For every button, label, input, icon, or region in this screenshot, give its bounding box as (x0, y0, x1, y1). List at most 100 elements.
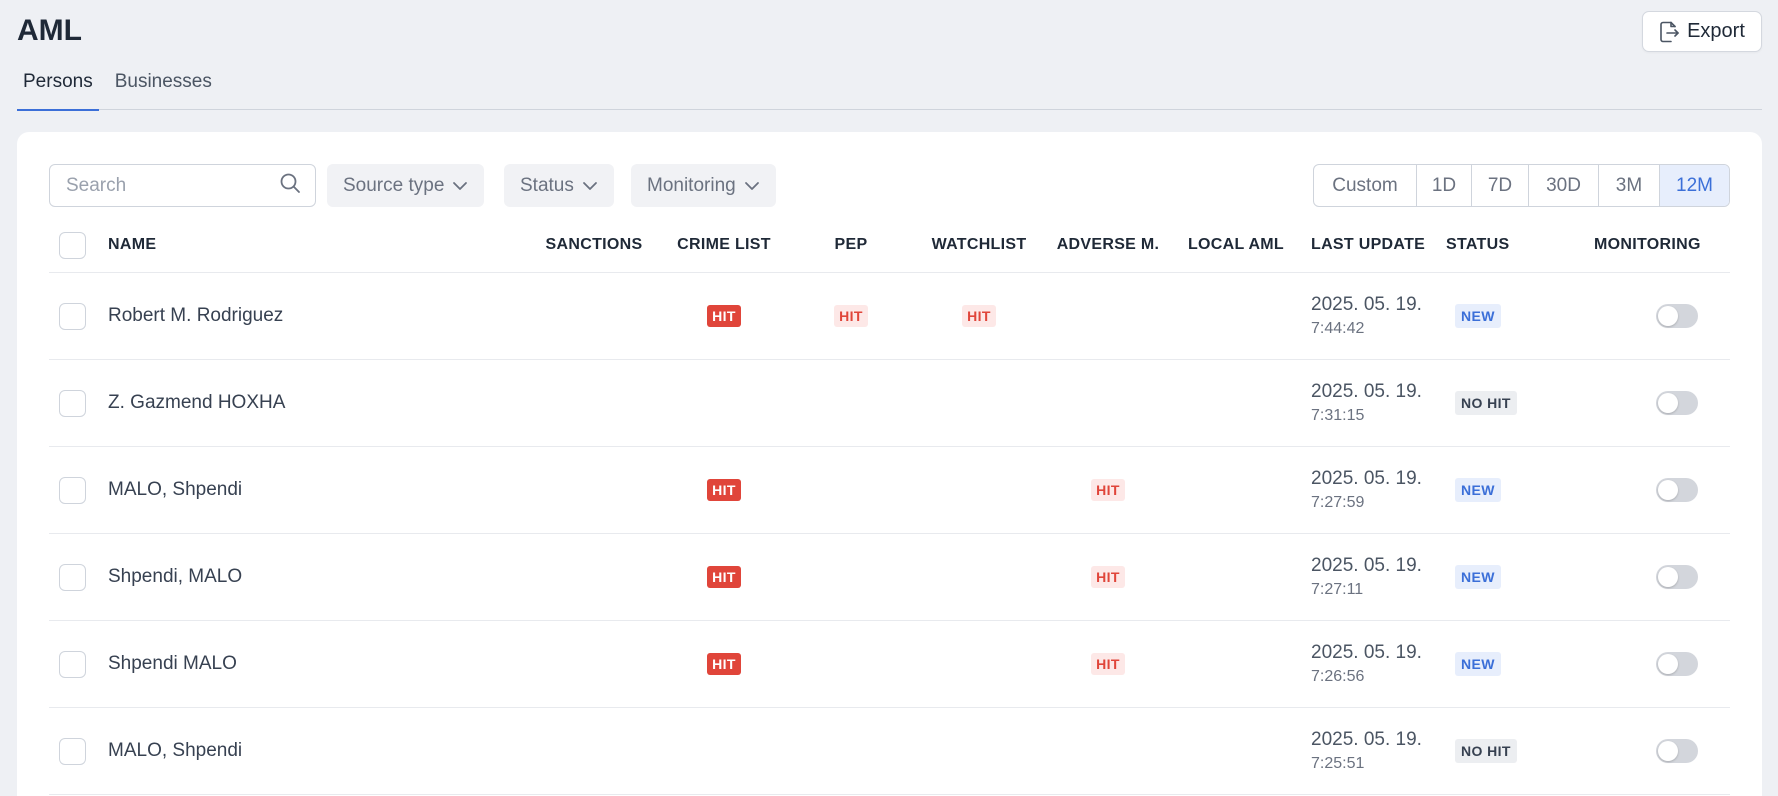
hit-badge: HIT (1091, 479, 1125, 501)
update-date: 2025. 05. 19. (1311, 468, 1422, 489)
row-checkbox[interactable] (59, 389, 86, 417)
hit-badge: HIT (1091, 566, 1125, 588)
row-checkbox[interactable] (59, 650, 86, 678)
monitoring-toggle[interactable] (1656, 565, 1698, 589)
export-label: Export (1687, 20, 1745, 42)
last-update: 2025. 05. 19. 7:27:59 (1311, 447, 1422, 533)
toggle-knob (1658, 393, 1678, 413)
person-name[interactable]: MALO, Shpendi (108, 447, 242, 533)
update-date: 2025. 05. 19. (1311, 381, 1422, 402)
filter-source-type[interactable]: Source type (327, 164, 485, 207)
update-time: 7:26:56 (1311, 668, 1365, 685)
filter-label: Source type (343, 174, 445, 196)
filter-label: Monitoring (647, 174, 736, 196)
search-input[interactable] (66, 174, 279, 197)
col-crime-list[interactable]: CRIME LIST (659, 218, 789, 272)
row-checkbox[interactable] (59, 737, 86, 765)
table-row[interactable]: Z. Gazmend HOXHA 2025. 05. 19. 7:31:15 NO H… (49, 360, 1730, 447)
date-range-selector: Custom 1D 7D 30D 3M 12M (1313, 164, 1730, 207)
chevron-down-icon (744, 175, 760, 197)
last-update: 2025. 05. 19. 7:44:42 (1311, 273, 1422, 359)
hit-badge: HIT (707, 305, 741, 327)
chevron-down-icon (582, 175, 598, 197)
toggle-knob (1658, 480, 1678, 500)
col-adverse[interactable]: ADVERSE M. (1043, 218, 1173, 272)
table-row[interactable]: Shpendi MALO HIT HIT 2025. 05. 19. 7:26:56 NE… (49, 621, 1730, 708)
range-1d[interactable]: 1D (1417, 165, 1472, 206)
update-time: 7:25:51 (1311, 755, 1365, 772)
select-all-checkbox[interactable] (59, 231, 86, 259)
toggle-knob (1658, 306, 1678, 326)
last-update: 2025. 05. 19. 7:31:15 (1311, 360, 1422, 446)
col-status[interactable]: STATUS (1446, 218, 1509, 272)
table-row[interactable]: MALO, Shpendi HIT HIT 2025. 05. 19. 7:27:59 N… (49, 447, 1730, 534)
range-3m[interactable]: 3M (1599, 165, 1660, 206)
monitoring-toggle[interactable] (1656, 739, 1698, 763)
page-title: AML (17, 14, 82, 47)
row-checkbox[interactable] (59, 476, 86, 504)
col-local-aml[interactable]: LOCAL AML (1171, 218, 1301, 272)
col-monitoring[interactable]: MONITORING (1594, 218, 1701, 272)
toggle-knob (1658, 654, 1678, 674)
col-last-update[interactable]: LAST UPDATE (1311, 218, 1425, 272)
update-time: 7:27:59 (1311, 494, 1365, 511)
status-badge: NEW (1455, 304, 1501, 328)
table-header: NAME SANCTIONS CRIME LIST PEP WATCHLIST … (49, 218, 1730, 273)
table-row[interactable]: Shpendi, MALO HIT HIT 2025. 05. 19. 7:27:11 N… (49, 534, 1730, 621)
results-card: Source type Status Monitoring Custom 1D … (17, 132, 1762, 796)
update-date: 2025. 05. 19. (1311, 294, 1422, 315)
table-row[interactable]: MALO, Shpendi 2025. 05. 19. 7:25:51 NO HIT (49, 708, 1730, 795)
update-time: 7:27:11 (1311, 581, 1364, 598)
update-time: 7:31:15 (1311, 407, 1365, 424)
monitoring-toggle[interactable] (1656, 304, 1698, 328)
export-button[interactable]: Export (1642, 11, 1762, 52)
monitoring-toggle[interactable] (1656, 478, 1698, 502)
col-pep[interactable]: PEP (788, 218, 914, 272)
monitoring-toggle[interactable] (1656, 391, 1698, 415)
status-badge: NEW (1455, 565, 1501, 589)
toggle-knob (1658, 567, 1678, 587)
person-name[interactable]: Z. Gazmend HOXHA (108, 360, 285, 446)
status-badge: NEW (1455, 478, 1501, 502)
update-time: 7:44:42 (1311, 320, 1365, 337)
person-name[interactable]: Robert M. Rodriguez (108, 273, 283, 359)
col-watchlist[interactable]: WATCHLIST (914, 218, 1044, 272)
hit-badge: HIT (1091, 653, 1125, 675)
export-icon (1659, 21, 1679, 43)
last-update: 2025. 05. 19. 7:25:51 (1311, 708, 1422, 794)
filter-label: Status (520, 174, 574, 196)
range-30d[interactable]: 30D (1529, 165, 1599, 206)
tab-bar: Persons Businesses (17, 63, 1762, 111)
row-checkbox[interactable] (59, 563, 86, 591)
range-custom[interactable]: Custom (1314, 165, 1417, 206)
row-checkbox[interactable] (59, 302, 86, 330)
chevron-down-icon (452, 175, 468, 197)
search-icon[interactable] (279, 172, 301, 199)
hit-badge: HIT (707, 566, 741, 588)
update-date: 2025. 05. 19. (1311, 642, 1422, 663)
monitoring-toggle[interactable] (1656, 652, 1698, 676)
last-update: 2025. 05. 19. 7:26:56 (1311, 621, 1422, 707)
tab-persons[interactable]: Persons (17, 63, 99, 111)
filter-status[interactable]: Status (504, 164, 614, 207)
status-badge: NEW (1455, 652, 1501, 676)
hit-badge: HIT (834, 305, 868, 327)
col-name[interactable]: NAME (108, 218, 156, 272)
col-sanctions[interactable]: SANCTIONS (529, 218, 659, 272)
range-12m[interactable]: 12M (1660, 165, 1729, 206)
results-table: NAME SANCTIONS CRIME LIST PEP WATCHLIST … (49, 218, 1730, 795)
update-date: 2025. 05. 19. (1311, 729, 1422, 750)
toggle-knob (1658, 741, 1678, 761)
search-box (49, 164, 316, 207)
hit-badge: HIT (962, 305, 996, 327)
table-row[interactable]: Robert M. Rodriguez HIT HIT HIT 2025. 05. 19… (49, 273, 1730, 360)
range-7d[interactable]: 7D (1472, 165, 1529, 206)
person-name[interactable]: MALO, Shpendi (108, 708, 242, 794)
person-name[interactable]: Shpendi MALO (108, 621, 237, 707)
hit-badge: HIT (707, 479, 741, 501)
person-name[interactable]: Shpendi, MALO (108, 534, 242, 620)
tab-businesses[interactable]: Businesses (109, 63, 218, 110)
filter-monitoring[interactable]: Monitoring (631, 164, 776, 207)
last-update: 2025. 05. 19. 7:27:11 (1311, 534, 1422, 620)
update-date: 2025. 05. 19. (1311, 555, 1422, 576)
